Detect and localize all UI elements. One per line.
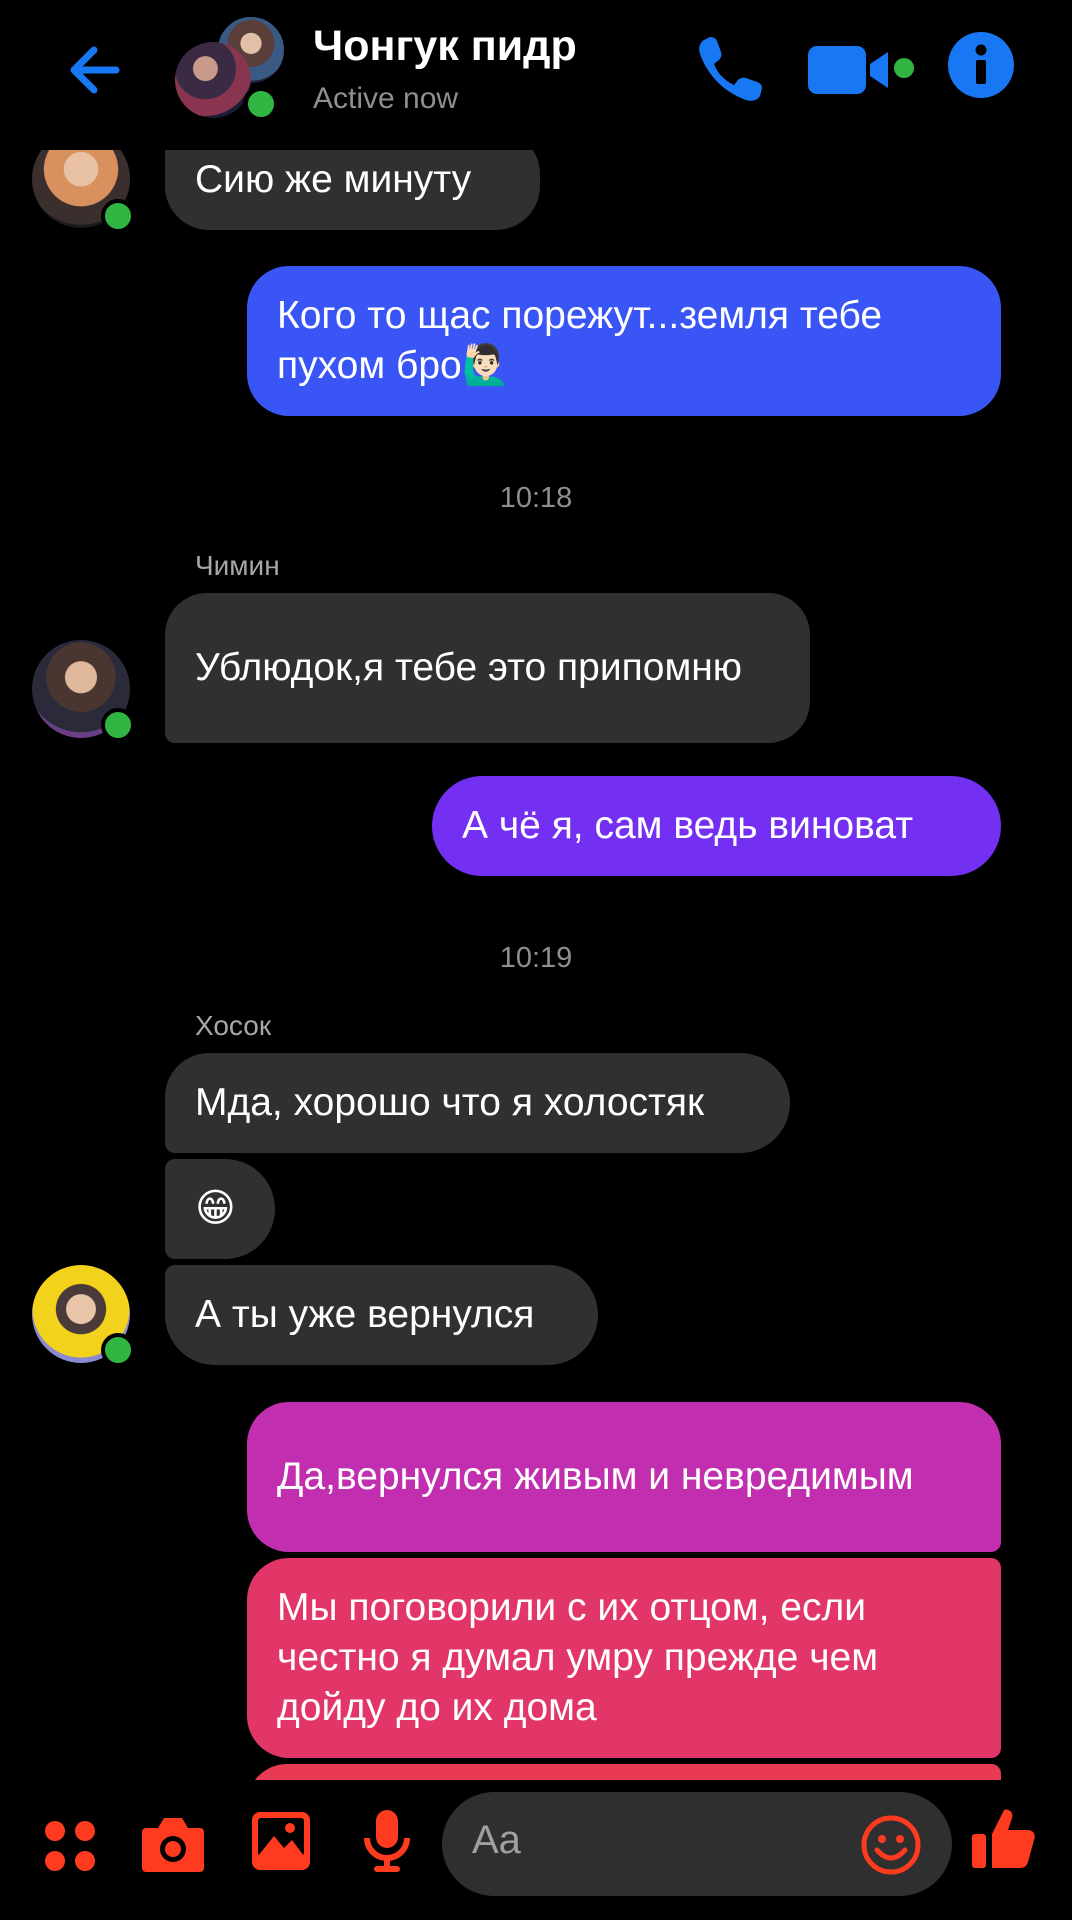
message-text: А чё я, сам ведь виноват [462,804,914,847]
online-indicator [101,708,135,742]
image-icon[interactable] [250,1810,312,1872]
message-text: 😁 [195,1187,236,1230]
online-indicator [101,1333,135,1367]
grid-dots-icon[interactable] [40,1816,100,1876]
incoming-message[interactable]: Мда, хорошо что я холостяк [165,1053,790,1153]
thumbs-up-icon[interactable] [970,1804,1038,1872]
back-arrow-icon[interactable] [60,30,140,110]
active-status: Active now [313,82,459,115]
timestamp: 10:19 [499,942,573,974]
conversation-header: Чонгук пидр Active now [0,0,1072,150]
timestamp: 10:18 [499,482,573,514]
outgoing-message[interactable]: Мы поговорили с их отцом, если честно я … [247,1558,1001,1758]
message-text: Кого то щас порежут...земля тебе пухом б… [277,294,883,387]
online-indicator [243,86,279,122]
outgoing-message[interactable]: Да,вернулся живым и невредимым [247,1402,1001,1552]
message-input-placeholder: Aa [472,1818,521,1862]
info-icon[interactable] [948,32,1014,98]
sender-name: Хосок [195,1010,272,1041]
composer-bar: Aa [0,1780,1072,1920]
online-indicator [101,199,135,233]
incoming-message[interactable]: Сию же минуту [165,150,540,230]
video-camera-icon[interactable] [808,38,918,102]
message-partial [247,1764,1001,1780]
message-text: Сию же минуту [195,158,472,201]
outgoing-message[interactable]: А чё я, сам ведь виноват [432,776,1001,876]
conversation-title[interactable]: Чонгук пидр [313,22,577,71]
smiley-icon[interactable] [860,1814,922,1876]
microphone-icon[interactable] [362,1808,412,1876]
group-avatar-photo-front [175,42,251,118]
camera-icon[interactable] [140,1812,206,1874]
message-list[interactable]: Сию же минуту Кого то щас порежут...земл… [0,150,1072,1780]
message-text: Мда, хорошо что я холостяк [195,1081,705,1124]
incoming-message[interactable]: Ублюдок,я тебе это припомню [165,593,810,743]
phone-icon[interactable] [690,30,770,110]
sender-name: Чимин [195,550,280,581]
message-input[interactable]: Aa [442,1792,952,1896]
group-avatar[interactable] [175,14,287,122]
incoming-message[interactable]: А ты уже вернулся [165,1265,598,1365]
incoming-message[interactable]: 😁 [165,1159,275,1259]
message-text: Мы поговорили с их отцом, если честно я … [277,1586,879,1729]
outgoing-message[interactable]: Кого то щас порежут...земля тебе пухом б… [247,266,1001,416]
message-text: Да,вернулся живым и невредимым [277,1455,914,1498]
message-text: А ты уже вернулся [195,1293,535,1336]
message-text: Ублюдок,я тебе это припомню [195,646,743,689]
